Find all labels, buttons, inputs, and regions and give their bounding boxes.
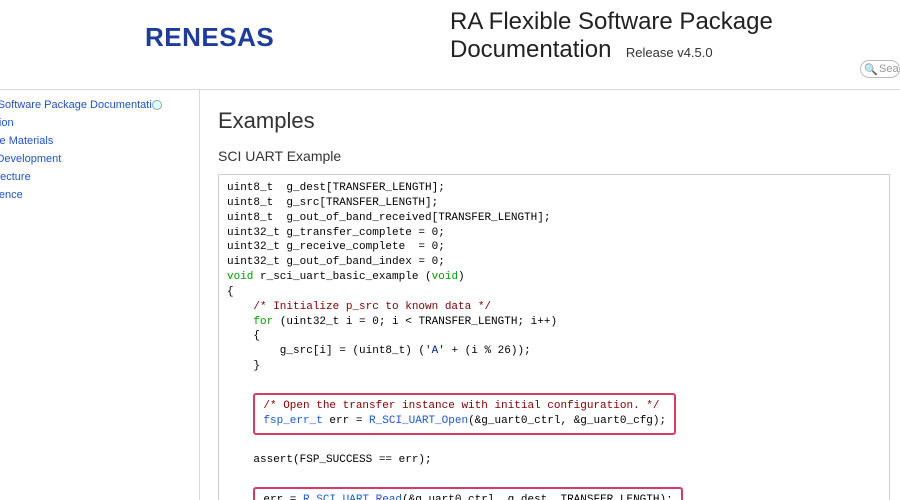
code-block: uint8_t g_dest[TRANSFER_LENGTH]; uint8_t… [218,174,890,500]
sidebar-item-6[interactable]: yright [0,204,199,222]
body: xible Software Package Documentati oduct… [0,90,900,500]
search-icon: 🔍 [864,63,878,76]
heading-examples: Examples [218,108,890,134]
page-root: RENESAS RA Flexible Software Package Doc… [0,0,900,500]
title-line-2: Documentation [450,36,611,64]
highlight-box-read: err = R_SCI_UART_Read(&g_uart0_ctrl, g_d… [253,487,682,500]
sidebar-item-2[interactable]: erence Materials [0,132,199,150]
header: RENESAS RA Flexible Software Package Doc… [0,0,900,90]
sidebar-item-1[interactable]: oduction [0,114,199,132]
title-line-1: RA Flexible Software Package [450,8,880,36]
sidebar: xible Software Package Documentati oduct… [0,90,200,500]
release-label: Release v4.5.0 [626,45,713,60]
heading-sci-uart: SCI UART Example [218,148,890,164]
content: Examples SCI UART Example uint8_t g_dest… [200,90,900,500]
search-input[interactable]: 🔍 Search [860,60,900,78]
sidebar-item-4[interactable]: Architecture [0,168,199,186]
highlight-box-open: /* Open the transfer instance with initi… [253,393,676,435]
sidebar-item-0[interactable]: xible Software Package Documentati [0,96,199,114]
selection-marker-icon [152,100,162,110]
title-block: RA Flexible Software Package Documentati… [450,8,880,64]
search-placeholder: Search [879,63,900,75]
sidebar-item-3[interactable]: rting Development [0,150,199,168]
sidebar-item-5[interactable]: Reference [0,186,199,204]
logo: RENESAS [145,22,274,53]
